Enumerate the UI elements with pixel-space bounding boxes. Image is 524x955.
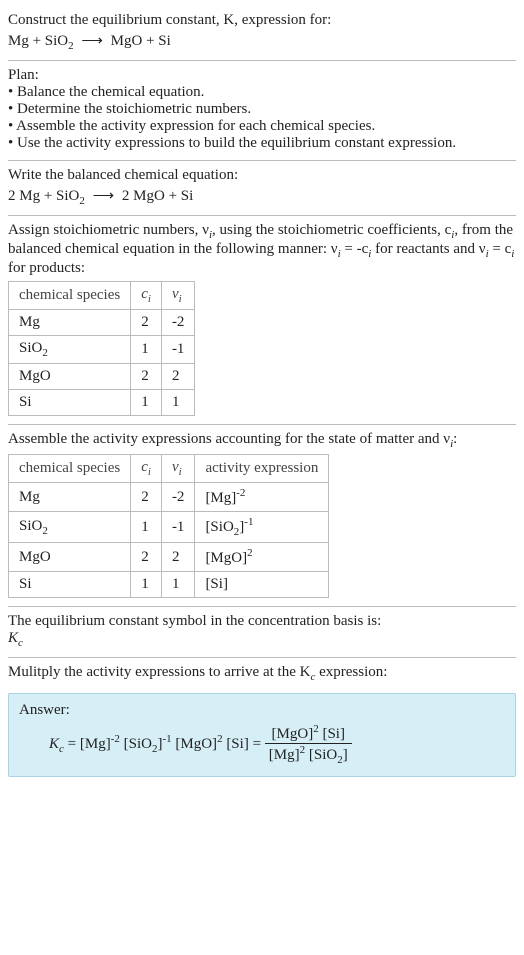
intro-text: Construct the equilibrium constant, K, e… [8,12,331,28]
table-header-row: chemical species ci νi activity expressi… [9,455,329,483]
col-activity: activity expression [195,455,329,483]
col-species: chemical species [9,282,131,310]
balanced-equation: 2 Mg + SiO2 ⟶ 2 MgO + Si [8,186,516,207]
activity-section: Assemble the activity expressions accoun… [8,425,516,607]
table-row: Mg 2 -2 [9,310,195,336]
symbol-line: The equilibrium constant symbol in the c… [8,613,516,630]
activity-table: chemical species ci νi activity expressi… [8,454,329,598]
stoich-table: chemical species ci νi Mg 2 -2 SiO2 1 -1… [8,281,195,416]
col-species: chemical species [9,455,131,483]
plan-heading: Plan: [8,67,516,84]
symbol-section: The equilibrium constant symbol in the c… [8,607,516,658]
plan-item: • Determine the stoichiometric numbers. [8,101,516,118]
col-c: ci [131,282,162,310]
answer-box: Answer: Kc = [Mg]-2 [SiO2]-1 [MgO]2 [Si]… [8,693,516,777]
table-row: Mg 2 -2 [Mg]-2 [9,483,329,512]
multiply-section: Mulitply the activity expressions to arr… [8,658,516,687]
intro-section: Construct the equilibrium constant, K, e… [8,6,516,61]
fraction: [MgO]2 [Si] [Mg]2 [SiO2] [265,723,352,766]
table-row: MgO 2 2 [MgO]2 [9,543,329,572]
table-row: Si 1 1 [Si] [9,572,329,598]
plan-section: Plan: • Balance the chemical equation. •… [8,61,516,161]
balanced-heading: Write the balanced chemical equation: [8,167,516,184]
table-row: SiO2 1 -1 [9,336,195,364]
plan-item: • Assemble the activity expression for e… [8,118,516,135]
table-row: Si 1 1 [9,390,195,416]
symbol-expr: Kc [8,630,516,649]
col-v: νi [161,282,195,310]
intro-equation: Mg + SiO2 ⟶ MgO + Si [8,31,516,52]
answer-expression: Kc = [Mg]-2 [SiO2]-1 [MgO]2 [Si] = [MgO]… [19,723,505,766]
stoich-section: Assign stoichiometric numbers, νi, using… [8,216,516,425]
fraction-numerator: [MgO]2 [Si] [265,723,352,744]
col-v: νi [161,455,195,483]
table-row: SiO2 1 -1 [SiO2]-1 [9,512,329,543]
answer-label: Answer: [19,702,505,719]
balanced-section: Write the balanced chemical equation: 2 … [8,161,516,216]
stoich-text: Assign stoichiometric numbers, νi, using… [8,222,516,277]
intro-line1: Construct the equilibrium constant, K, e… [8,12,516,29]
table-header-row: chemical species ci νi [9,282,195,310]
table-row: MgO 2 2 [9,364,195,390]
col-c: ci [131,455,162,483]
fraction-denominator: [Mg]2 [SiO2] [265,744,352,766]
plan-item: • Use the activity expressions to build … [8,135,516,152]
plan-item: • Balance the chemical equation. [8,84,516,101]
activity-heading: Assemble the activity expressions accoun… [8,431,516,450]
